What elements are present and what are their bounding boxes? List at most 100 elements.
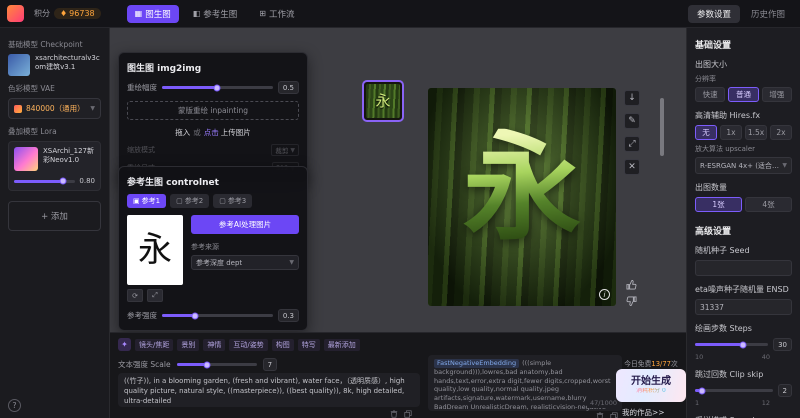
free-quota-value: 13/77 — [651, 360, 671, 368]
tab-params[interactable]: 参数设置 — [688, 5, 740, 23]
ensd-input[interactable]: 31337 — [695, 299, 792, 315]
denoise-slider[interactable] — [162, 86, 273, 89]
ref-strength-value[interactable]: 0.3 — [278, 309, 299, 322]
params-panel: 基础设置 出图大小 分辨率 快速 普通 增强 高清辅助 Hires.fx 无 1… — [686, 28, 800, 418]
controlnet-tab-2-label: 参考2 — [185, 196, 203, 206]
batch-count-options: 1张 4张 — [695, 197, 792, 212]
steps-value[interactable]: 30 — [773, 338, 792, 351]
nav-img2img-label: 图生图 — [145, 8, 171, 20]
thumbs-up-icon[interactable] — [624, 278, 638, 290]
ref-source-select[interactable]: 参考深度 dept ▼ — [191, 255, 299, 270]
hires-none-button[interactable]: 无 — [695, 125, 717, 140]
delete-icon[interactable]: ✕ — [624, 159, 640, 175]
inpaint-button[interactable]: 蒙版重绘 inpainting — [127, 101, 299, 120]
add-lora-button[interactable]: + 添加 — [8, 201, 101, 231]
expand-icon[interactable]: ⤢ — [147, 289, 163, 302]
clip-skip-value[interactable]: 2 — [778, 384, 792, 397]
count-1-button[interactable]: 1张 — [695, 197, 742, 212]
negative-embedding-chip[interactable]: FastNegativeEmbedding — [434, 359, 519, 368]
tag-chip[interactable]: 特写 — [298, 339, 320, 351]
controlnet-tab-3[interactable]: ▢参考3 — [213, 194, 252, 208]
nav-img2img[interactable]: ▦图生图 — [127, 5, 179, 23]
scale-mode-select[interactable]: 裁剪▼ — [271, 144, 299, 156]
upscaler-label: 放大算法 upscaler — [695, 144, 792, 154]
upload-dropzone[interactable]: 拖入或点击上传图片 — [127, 127, 299, 138]
ai-process-button[interactable]: 参考AI处理图片 — [191, 215, 299, 234]
hires-1x-button[interactable]: 1x — [720, 125, 742, 140]
lora-card[interactable]: XSArchi_127新彩Neov1.0 0.80 — [8, 141, 101, 191]
result-thumbnail-image: 永 — [366, 84, 400, 118]
nav-workflow[interactable]: ⊞工作流 — [251, 5, 302, 23]
controlnet-tab-1[interactable]: ▣参考1 — [127, 194, 166, 208]
scale-mode-label: 缩放模式 — [127, 145, 155, 155]
reference-glyph: 永 — [138, 233, 172, 267]
tab-history[interactable]: 历史作图 — [742, 5, 794, 23]
download-icon[interactable]: ↓ — [624, 90, 640, 106]
thumbs-down-icon[interactable] — [624, 295, 638, 307]
img2img-panel: 图生图 img2img 重绘幅度 0.5 蒙版重绘 inpainting 拖入或… — [118, 52, 308, 183]
app-logo[interactable] — [7, 5, 24, 22]
upload-or-label: 或 — [193, 128, 201, 137]
nav-reference-gen[interactable]: ◧参考生图 — [185, 5, 246, 23]
cfg-scale-value[interactable]: 7 — [263, 358, 277, 371]
negative-prompt-input[interactable]: FastNegativeEmbedding(((simple backgroun… — [428, 355, 622, 411]
copy-icon[interactable] — [404, 410, 412, 418]
chevron-down-icon: ▼ — [290, 147, 295, 154]
diamond-icon: ♦ — [60, 9, 67, 18]
char-counter: 47/1000 — [587, 399, 617, 408]
tag-chip[interactable]: 互动/姿势 — [229, 339, 267, 351]
upload-click-label: 点击 — [204, 128, 219, 137]
resolution-enhanced-button[interactable]: 增强 — [762, 87, 792, 102]
tag-chip[interactable]: 神情 — [203, 339, 225, 351]
controlnet-tab-2[interactable]: ▢参考2 — [170, 194, 209, 208]
my-works-link[interactable]: 我的作品>> — [622, 407, 665, 418]
img2img-panel-title: 图生图 img2img — [127, 61, 299, 74]
ref-strength-slider[interactable] — [162, 314, 273, 317]
cfg-scale-slider[interactable] — [177, 363, 257, 366]
points-badge[interactable]: ♦96738 — [54, 8, 101, 19]
result-thumbnail[interactable]: 永 — [362, 80, 404, 122]
reference-image[interactable]: 永 — [127, 215, 183, 285]
top-nav: ▦图生图 ◧参考生图 ⊞工作流 — [127, 5, 303, 23]
clip-skip-slider[interactable] — [695, 389, 773, 392]
steps-slider[interactable] — [695, 343, 768, 346]
ref-icon: ▢ — [176, 197, 183, 205]
controlnet-tab-3-label: 参考3 — [228, 196, 246, 206]
free-quota-prefix: 今日免费 — [624, 360, 651, 368]
info-icon[interactable]: i — [599, 289, 610, 300]
ref-icon: ▢ — [219, 197, 226, 205]
upscaler-select[interactable]: R-ESRGAN 4x+ (适合多种风格) ▼ — [695, 157, 792, 174]
fullscreen-icon[interactable]: ⤢ — [624, 136, 640, 152]
tag-chip[interactable]: 构图 — [272, 339, 294, 351]
refresh-icon[interactable]: ⟳ — [127, 289, 143, 302]
tag-chip[interactable]: 最新添加 — [324, 339, 360, 351]
help-icon[interactable]: ? — [8, 399, 21, 412]
denoise-value[interactable]: 0.5 — [278, 81, 299, 94]
checkpoint-card[interactable]: xsarchitecturalv3com建筑v3.1 — [8, 54, 101, 76]
hires-15x-button[interactable]: 1.5x — [745, 125, 767, 140]
canvas-scrollbar[interactable] — [660, 98, 664, 156]
tag-chip[interactable]: 景别 — [177, 339, 199, 351]
vae-select[interactable]: 840000（通用） ▼ — [8, 98, 101, 119]
checkpoint-section-label: 基础模型 Checkpoint — [8, 39, 101, 50]
resolution-fast-button[interactable]: 快速 — [695, 87, 725, 102]
ref-source-value: 参考深度 dept — [196, 258, 286, 268]
seed-input[interactable] — [695, 260, 792, 276]
resolution-normal-button[interactable]: 普通 — [728, 87, 758, 102]
positive-prompt-input[interactable]: ((竹子)), in a blooming garden, (fresh and… — [118, 373, 420, 407]
count-4-button[interactable]: 4张 — [745, 197, 792, 212]
hires-2x-button[interactable]: 2x — [770, 125, 792, 140]
trash-icon[interactable] — [390, 410, 398, 418]
magic-wand-icon[interactable]: ✦ — [118, 338, 131, 351]
lora-weight-slider[interactable] — [14, 180, 75, 183]
edit-icon[interactable]: ✎ — [624, 113, 640, 129]
steps-max: 40 — [762, 353, 770, 361]
copy-icon[interactable] — [610, 412, 618, 418]
vote-column — [624, 278, 638, 307]
upload-rest-label: 上传图片 — [221, 128, 251, 137]
nav-reference-label: 参考生图 — [203, 8, 237, 20]
generate-button[interactable]: 开始生成 消耗积分 0 — [616, 369, 686, 402]
clip-skip-range: 1 12 — [695, 399, 770, 407]
tag-chip[interactable]: 镜头/焦距 — [135, 339, 173, 351]
trash-icon[interactable] — [596, 412, 604, 418]
